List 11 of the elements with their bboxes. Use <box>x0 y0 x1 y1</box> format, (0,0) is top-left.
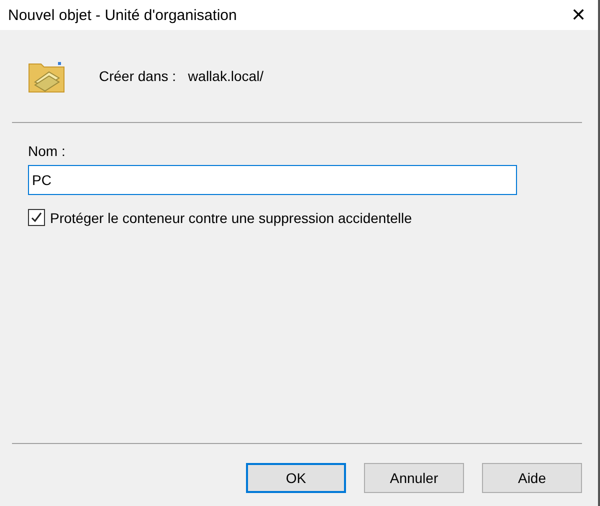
protect-label: Protéger le conteneur contre une suppression accidentelle <box>50 210 412 226</box>
dialog-button[interactable]: Annuler <box>364 463 464 493</box>
name-label: Nom : <box>28 143 66 159</box>
name-field[interactable]: PC <box>28 165 517 195</box>
close-button[interactable]: ✕ <box>567 4 590 26</box>
dialog-button[interactable]: Aide <box>482 463 582 493</box>
dialog-button[interactable]: OK <box>246 463 346 493</box>
location-label: Créer dans : <box>99 68 176 84</box>
location-value: wallak.local/ <box>188 68 264 84</box>
window-title: Nouvel objet - Unité d'organisation <box>8 6 237 24</box>
checkbox[interactable] <box>28 209 45 226</box>
